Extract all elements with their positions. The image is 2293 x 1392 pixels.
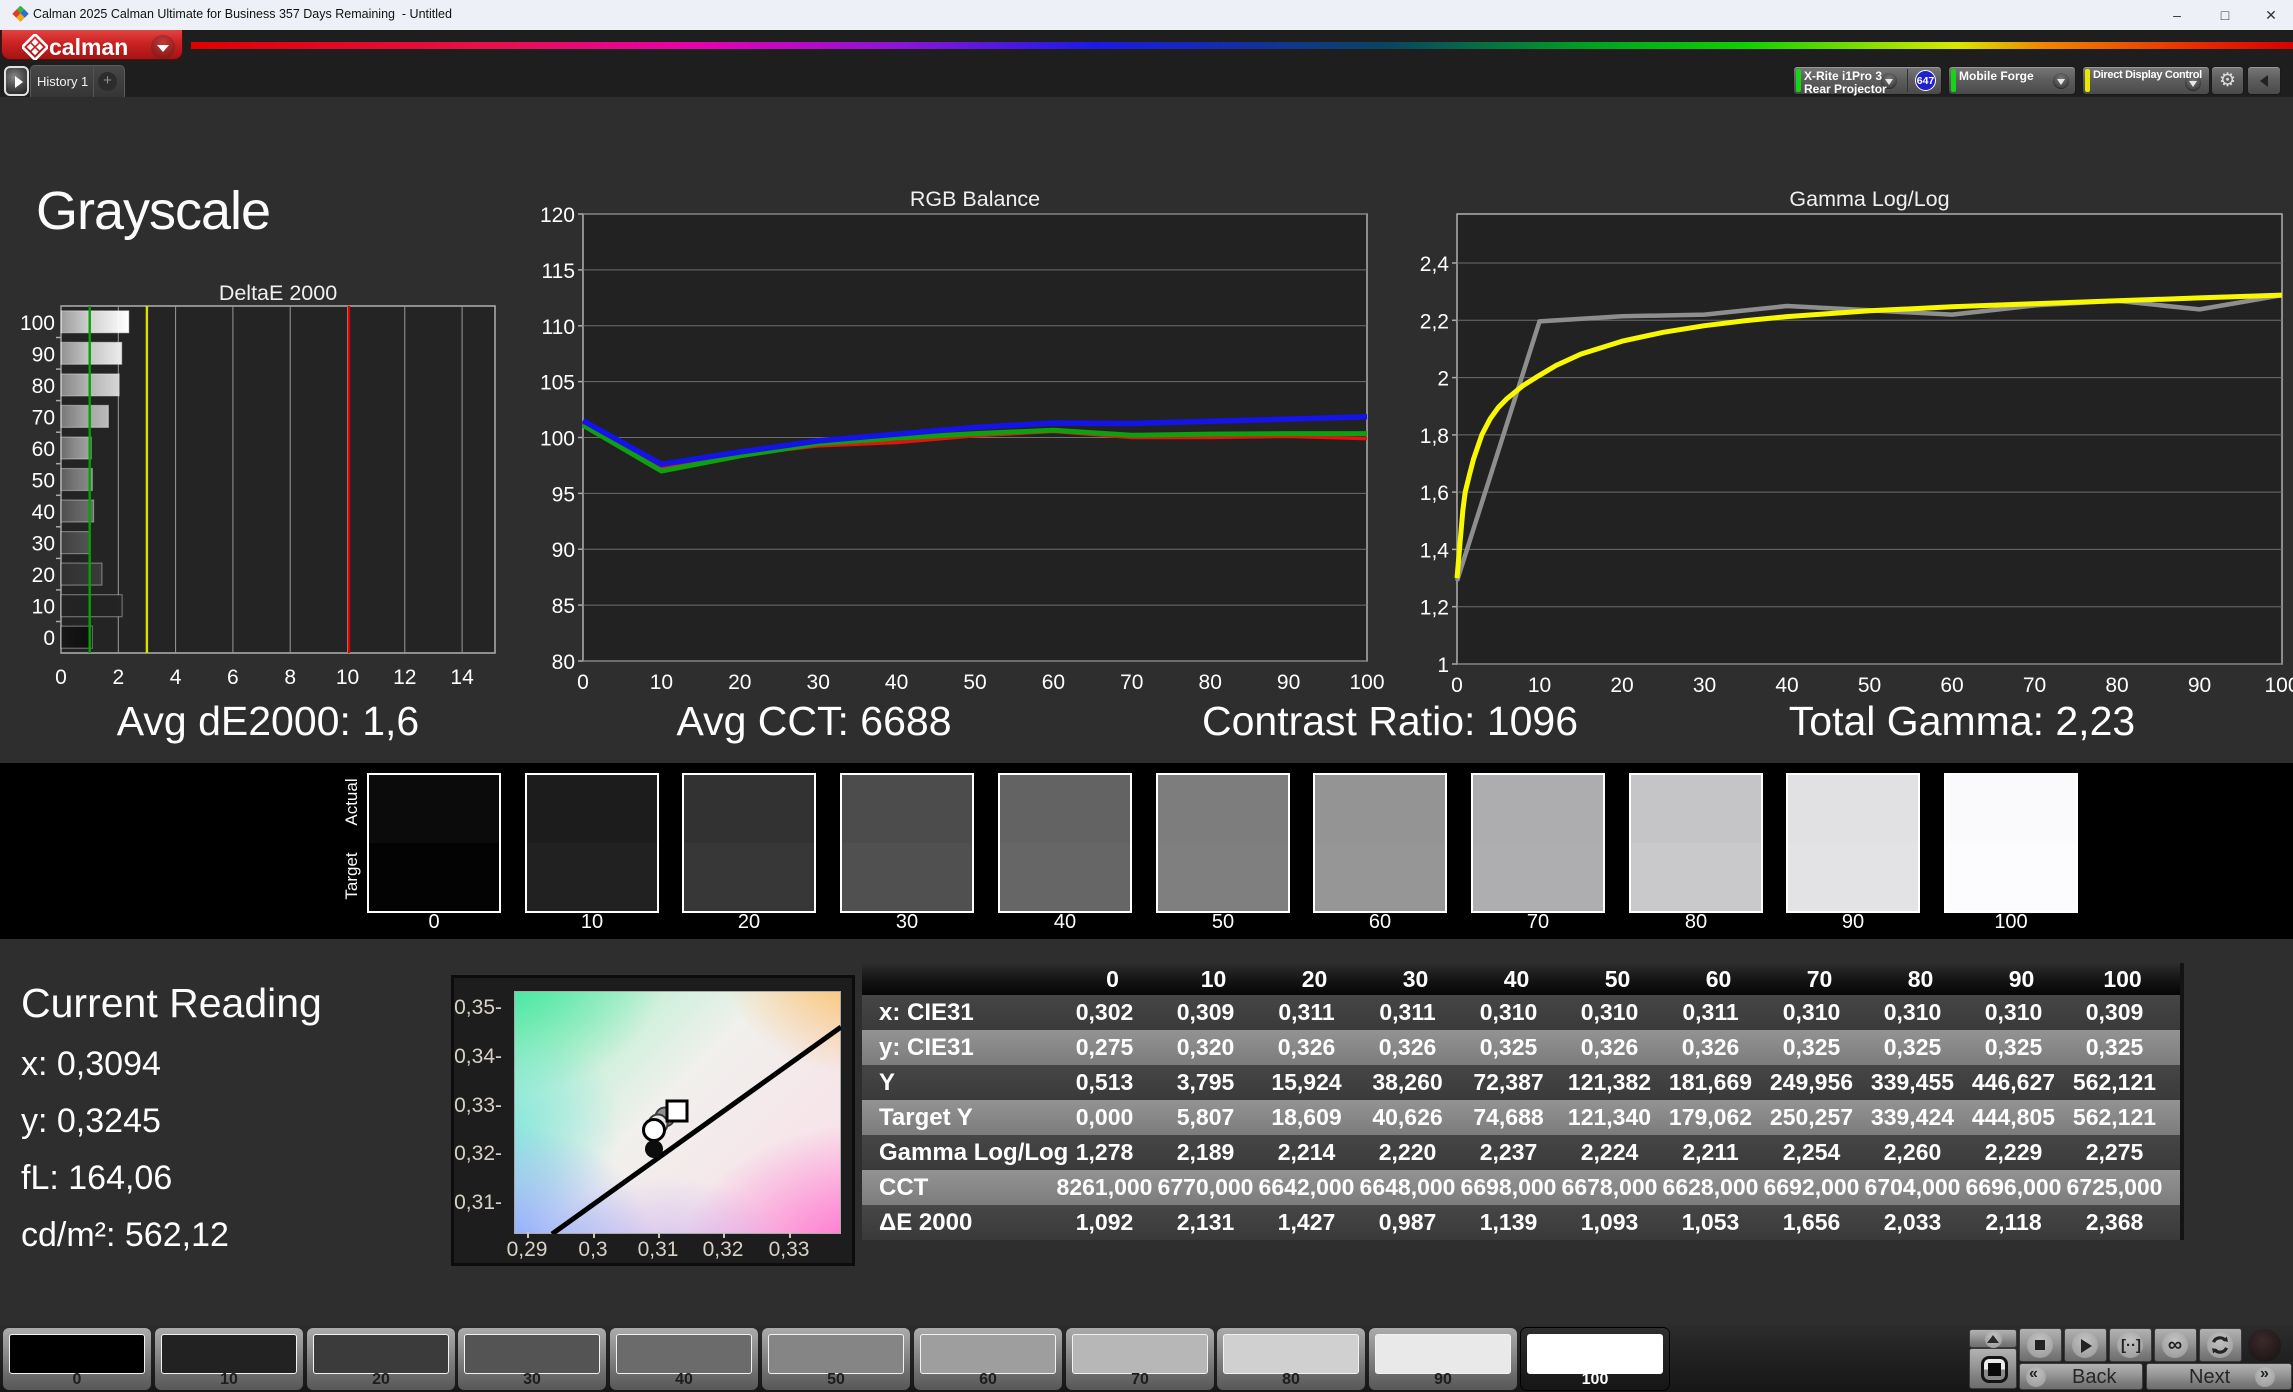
svg-text:50: 50 xyxy=(1858,674,1881,697)
svg-text:70: 70 xyxy=(2023,674,2046,697)
svg-text:110: 110 xyxy=(542,316,575,339)
svg-text:20: 20 xyxy=(32,564,55,587)
svg-text:30: 30 xyxy=(807,671,830,694)
svg-text:85: 85 xyxy=(552,595,575,618)
svg-text:90: 90 xyxy=(552,539,575,562)
svg-text:100: 100 xyxy=(1349,671,1384,694)
svg-text:90: 90 xyxy=(2188,674,2211,697)
svg-text:Gamma Log/Log: Gamma Log/Log xyxy=(1789,187,1949,211)
svg-text:1,8: 1,8 xyxy=(1420,425,1449,448)
svg-text:80: 80 xyxy=(552,651,575,674)
svg-text:1,4: 1,4 xyxy=(1420,539,1450,562)
svg-text:20: 20 xyxy=(1610,674,1633,697)
svg-text:0: 0 xyxy=(55,666,67,689)
svg-text:0: 0 xyxy=(577,671,589,694)
svg-text:100: 100 xyxy=(540,428,575,451)
svg-text:2: 2 xyxy=(1437,368,1449,391)
svg-text:115: 115 xyxy=(542,260,575,283)
svg-text:12: 12 xyxy=(393,666,416,689)
svg-text:70: 70 xyxy=(32,406,55,429)
svg-text:1: 1 xyxy=(1437,654,1449,677)
svg-text:80: 80 xyxy=(1199,671,1222,694)
svg-text:95: 95 xyxy=(552,483,575,506)
svg-text:10: 10 xyxy=(1528,674,1551,697)
svg-text:DeltaE 2000: DeltaE 2000 xyxy=(219,281,337,305)
svg-text:50: 50 xyxy=(32,470,55,493)
svg-text:60: 60 xyxy=(1940,674,1963,697)
svg-text:2: 2 xyxy=(112,666,124,689)
svg-text:105: 105 xyxy=(540,372,575,395)
svg-text:70: 70 xyxy=(1120,671,1143,694)
svg-text:10: 10 xyxy=(336,666,359,689)
svg-text:2,4: 2,4 xyxy=(1420,253,1450,276)
svg-text:40: 40 xyxy=(1775,674,1798,697)
svg-text:2,2: 2,2 xyxy=(1420,310,1449,333)
svg-text:RGB Balance: RGB Balance xyxy=(910,187,1040,211)
svg-text:120: 120 xyxy=(540,204,575,227)
svg-text:80: 80 xyxy=(2105,674,2128,697)
svg-text:0: 0 xyxy=(43,627,55,650)
svg-text:10: 10 xyxy=(32,596,55,619)
svg-text:20: 20 xyxy=(728,671,751,694)
svg-text:100: 100 xyxy=(20,312,55,335)
svg-text:90: 90 xyxy=(32,343,55,366)
svg-text:60: 60 xyxy=(1042,671,1065,694)
svg-text:6: 6 xyxy=(227,666,239,689)
svg-text:90: 90 xyxy=(1277,671,1300,694)
svg-text:10: 10 xyxy=(650,671,673,694)
svg-text:100: 100 xyxy=(2264,674,2293,697)
svg-text:30: 30 xyxy=(1693,674,1716,697)
svg-text:4: 4 xyxy=(170,666,182,689)
svg-text:0: 0 xyxy=(1451,674,1463,697)
svg-text:8: 8 xyxy=(284,666,296,689)
svg-text:50: 50 xyxy=(963,671,986,694)
svg-text:60: 60 xyxy=(32,438,55,461)
svg-text:40: 40 xyxy=(885,671,908,694)
svg-text:1,6: 1,6 xyxy=(1420,482,1449,505)
svg-text:1,2: 1,2 xyxy=(1420,597,1449,620)
svg-text:40: 40 xyxy=(32,501,55,524)
svg-text:80: 80 xyxy=(32,375,55,398)
svg-text:14: 14 xyxy=(450,666,474,689)
svg-text:30: 30 xyxy=(32,533,55,556)
